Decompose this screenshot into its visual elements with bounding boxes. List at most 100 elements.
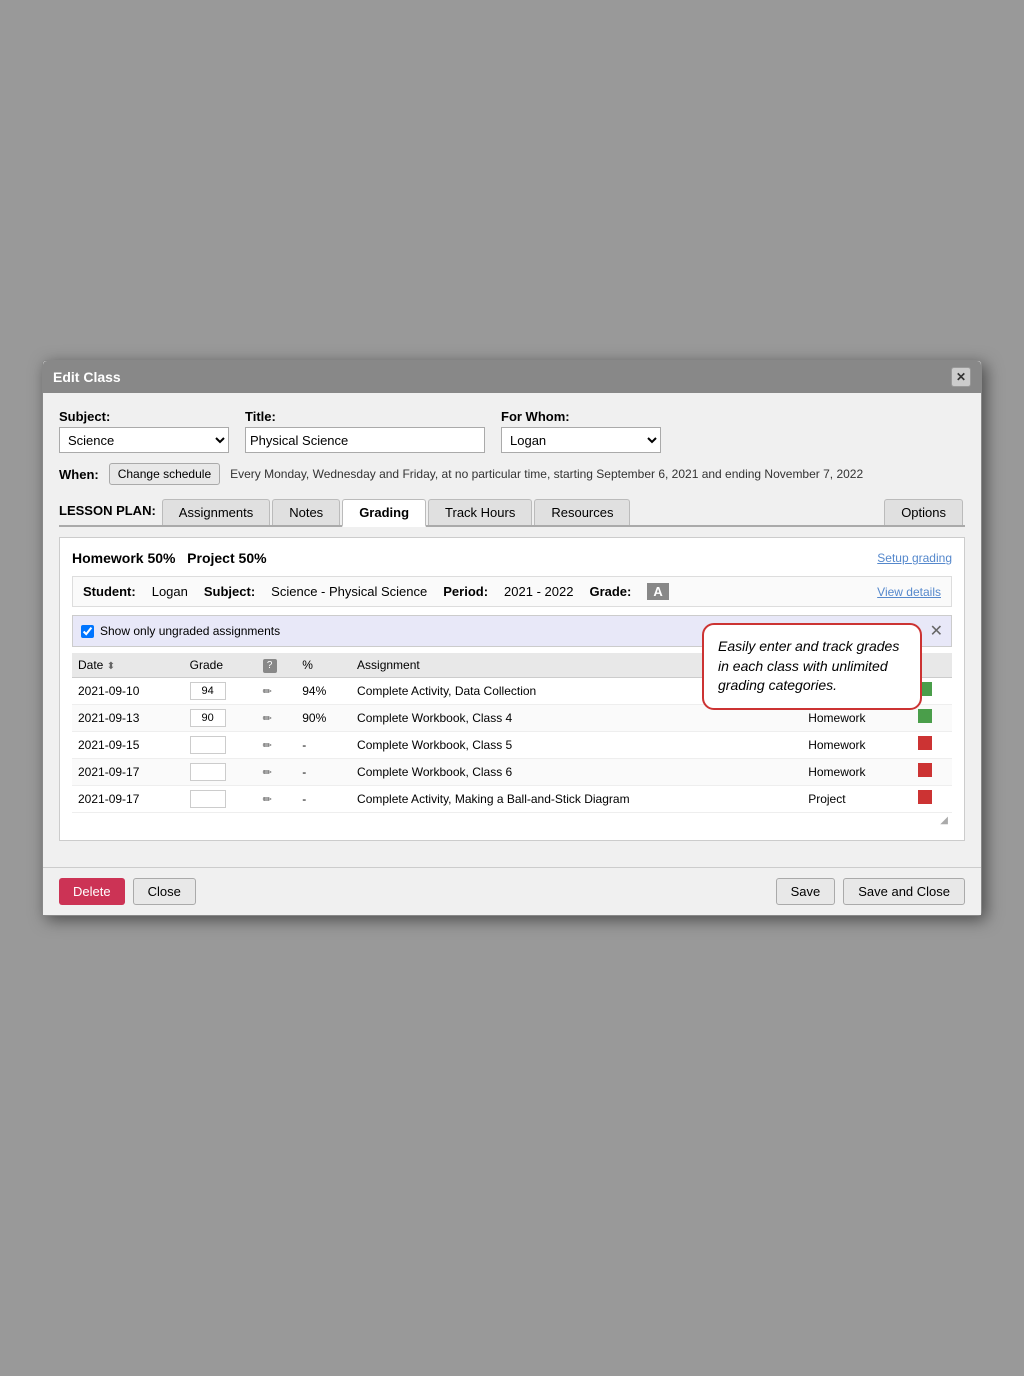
col-grade: Grade bbox=[184, 653, 257, 677]
cell-assignment: Complete Workbook, Class 6 bbox=[351, 758, 784, 785]
tab-options[interactable]: Options bbox=[884, 499, 963, 525]
period-value: 2021 - 2022 bbox=[504, 584, 573, 599]
col-date: Date ⬍ bbox=[72, 653, 184, 677]
grade-input[interactable] bbox=[190, 763, 226, 781]
grade-label: Grade: bbox=[589, 584, 631, 599]
modal-backdrop: Edit Class ✕ Subject: Science Title: For… bbox=[0, 0, 1024, 1376]
date-sort-icon[interactable]: ⬍ bbox=[107, 661, 115, 672]
cell-assignment: Complete Activity, Making a Ball-and-Sti… bbox=[351, 785, 784, 812]
cell-spacer bbox=[784, 758, 802, 785]
close-button[interactable]: Close bbox=[133, 878, 196, 905]
modal-title: Edit Class bbox=[53, 369, 121, 385]
cell-date: 2021-09-10 bbox=[72, 677, 184, 704]
cell-assignment: Complete Workbook, Class 5 bbox=[351, 731, 784, 758]
student-name: Logan bbox=[152, 584, 188, 599]
cell-edit[interactable]: ✏ bbox=[257, 677, 297, 704]
lesson-plan-label: LESSON PLAN: bbox=[59, 503, 156, 522]
grading-header: Homework 50% Project 50% Setup grading bbox=[72, 550, 952, 566]
modal-close-button[interactable]: ✕ bbox=[951, 367, 971, 387]
resize-handle[interactable]: ◢ bbox=[72, 813, 952, 828]
show-ungraded-checkbox[interactable] bbox=[81, 625, 94, 638]
cell-status bbox=[912, 731, 952, 758]
close-ungraded-icon[interactable]: ✕ bbox=[930, 621, 943, 641]
when-text: Every Monday, Wednesday and Friday, at n… bbox=[230, 467, 863, 481]
status-dot bbox=[918, 709, 932, 723]
save-close-button[interactable]: Save and Close bbox=[843, 878, 965, 905]
title-label: Title: bbox=[245, 409, 485, 424]
grade-input[interactable] bbox=[190, 790, 226, 808]
subject-name: Science - Physical Science bbox=[271, 584, 427, 599]
title-input[interactable] bbox=[245, 427, 485, 453]
cell-percent: 94% bbox=[296, 677, 351, 704]
cell-date: 2021-09-17 bbox=[72, 785, 184, 812]
edit-icon[interactable]: ✏ bbox=[263, 767, 272, 779]
lesson-plan-section: LESSON PLAN: Assignments Notes Grading T… bbox=[59, 499, 965, 841]
tab-assignments[interactable]: Assignments bbox=[162, 499, 270, 525]
table-row: 2021-09-15 ✏ - Complete Workbook, Class … bbox=[72, 731, 952, 758]
delete-button[interactable]: Delete bbox=[59, 878, 125, 905]
edit-icon[interactable]: ✏ bbox=[263, 794, 272, 806]
modal-footer: Delete Close Save Save and Close bbox=[43, 867, 981, 915]
tab-track-hours[interactable]: Track Hours bbox=[428, 499, 532, 525]
show-ungraded-label: Show only ungraded assignments bbox=[100, 624, 280, 638]
table-row: 2021-09-17 ✏ - Complete Workbook, Class … bbox=[72, 758, 952, 785]
student-info-bar: Student: Logan Subject: Science - Physic… bbox=[72, 576, 952, 607]
grade-input[interactable] bbox=[190, 736, 226, 754]
edit-class-modal: Edit Class ✕ Subject: Science Title: For… bbox=[42, 360, 982, 916]
edit-icon[interactable]: ✏ bbox=[263, 713, 272, 725]
col-help: ? bbox=[257, 653, 297, 677]
cell-percent: - bbox=[296, 731, 351, 758]
tab-grading[interactable]: Grading bbox=[342, 499, 426, 527]
status-dot bbox=[918, 763, 932, 777]
table-row: 2021-09-17 ✏ - Complete Activity, Making… bbox=[72, 785, 952, 812]
form-row-top: Subject: Science Title: For Whom: Logan bbox=[59, 409, 965, 453]
subject-group: Subject: Science bbox=[59, 409, 229, 453]
col-percent: % bbox=[296, 653, 351, 677]
cell-edit[interactable]: ✏ bbox=[257, 704, 297, 731]
cell-status bbox=[912, 758, 952, 785]
title-group: Title: bbox=[245, 409, 485, 453]
cell-percent: - bbox=[296, 758, 351, 785]
subject-select[interactable]: Science bbox=[59, 427, 229, 453]
footer-right: Save Save and Close bbox=[776, 878, 965, 905]
subject-label-info: Subject: bbox=[204, 584, 255, 599]
table-area: Date ⬍ Grade ? % Assignment Category ⬍ bbox=[72, 653, 952, 813]
edit-icon[interactable]: ✏ bbox=[263, 740, 272, 752]
forwhom-group: For Whom: Logan bbox=[501, 409, 661, 453]
cell-percent: - bbox=[296, 785, 351, 812]
status-dot bbox=[918, 790, 932, 804]
cell-edit[interactable]: ✏ bbox=[257, 731, 297, 758]
cell-percent: 90% bbox=[296, 704, 351, 731]
forwhom-select[interactable]: Logan bbox=[501, 427, 661, 453]
grade-input[interactable] bbox=[190, 709, 226, 727]
period-label: Period: bbox=[443, 584, 488, 599]
cell-edit[interactable]: ✏ bbox=[257, 758, 297, 785]
cell-grade bbox=[184, 704, 257, 731]
modal-body: Subject: Science Title: For Whom: Logan … bbox=[43, 393, 981, 867]
cell-grade bbox=[184, 758, 257, 785]
grading-categories: Homework 50% Project 50% bbox=[72, 550, 267, 566]
grade-input[interactable] bbox=[190, 682, 226, 700]
cell-category: Homework bbox=[802, 758, 912, 785]
save-button[interactable]: Save bbox=[776, 878, 836, 905]
modal-titlebar: Edit Class ✕ bbox=[43, 361, 981, 393]
grade-badge: A bbox=[647, 583, 668, 600]
view-details-link[interactable]: View details bbox=[877, 585, 941, 599]
forwhom-label: For Whom: bbox=[501, 409, 661, 424]
change-schedule-button[interactable]: Change schedule bbox=[109, 463, 220, 485]
cell-status bbox=[912, 785, 952, 812]
grade-help-icon[interactable]: ? bbox=[263, 659, 277, 673]
setup-grading-link[interactable]: Setup grading bbox=[877, 551, 952, 565]
grading-content: Homework 50% Project 50% Setup grading S… bbox=[59, 537, 965, 841]
footer-left: Delete Close bbox=[59, 878, 196, 905]
cell-spacer bbox=[784, 731, 802, 758]
tab-notes[interactable]: Notes bbox=[272, 499, 340, 525]
cell-date: 2021-09-15 bbox=[72, 731, 184, 758]
cell-status bbox=[912, 704, 952, 731]
edit-icon[interactable]: ✏ bbox=[263, 686, 272, 698]
tab-resources[interactable]: Resources bbox=[534, 499, 630, 525]
cell-edit[interactable]: ✏ bbox=[257, 785, 297, 812]
when-row: When: Change schedule Every Monday, Wedn… bbox=[59, 463, 965, 485]
cell-category: Homework bbox=[802, 731, 912, 758]
subject-label: Subject: bbox=[59, 409, 229, 424]
